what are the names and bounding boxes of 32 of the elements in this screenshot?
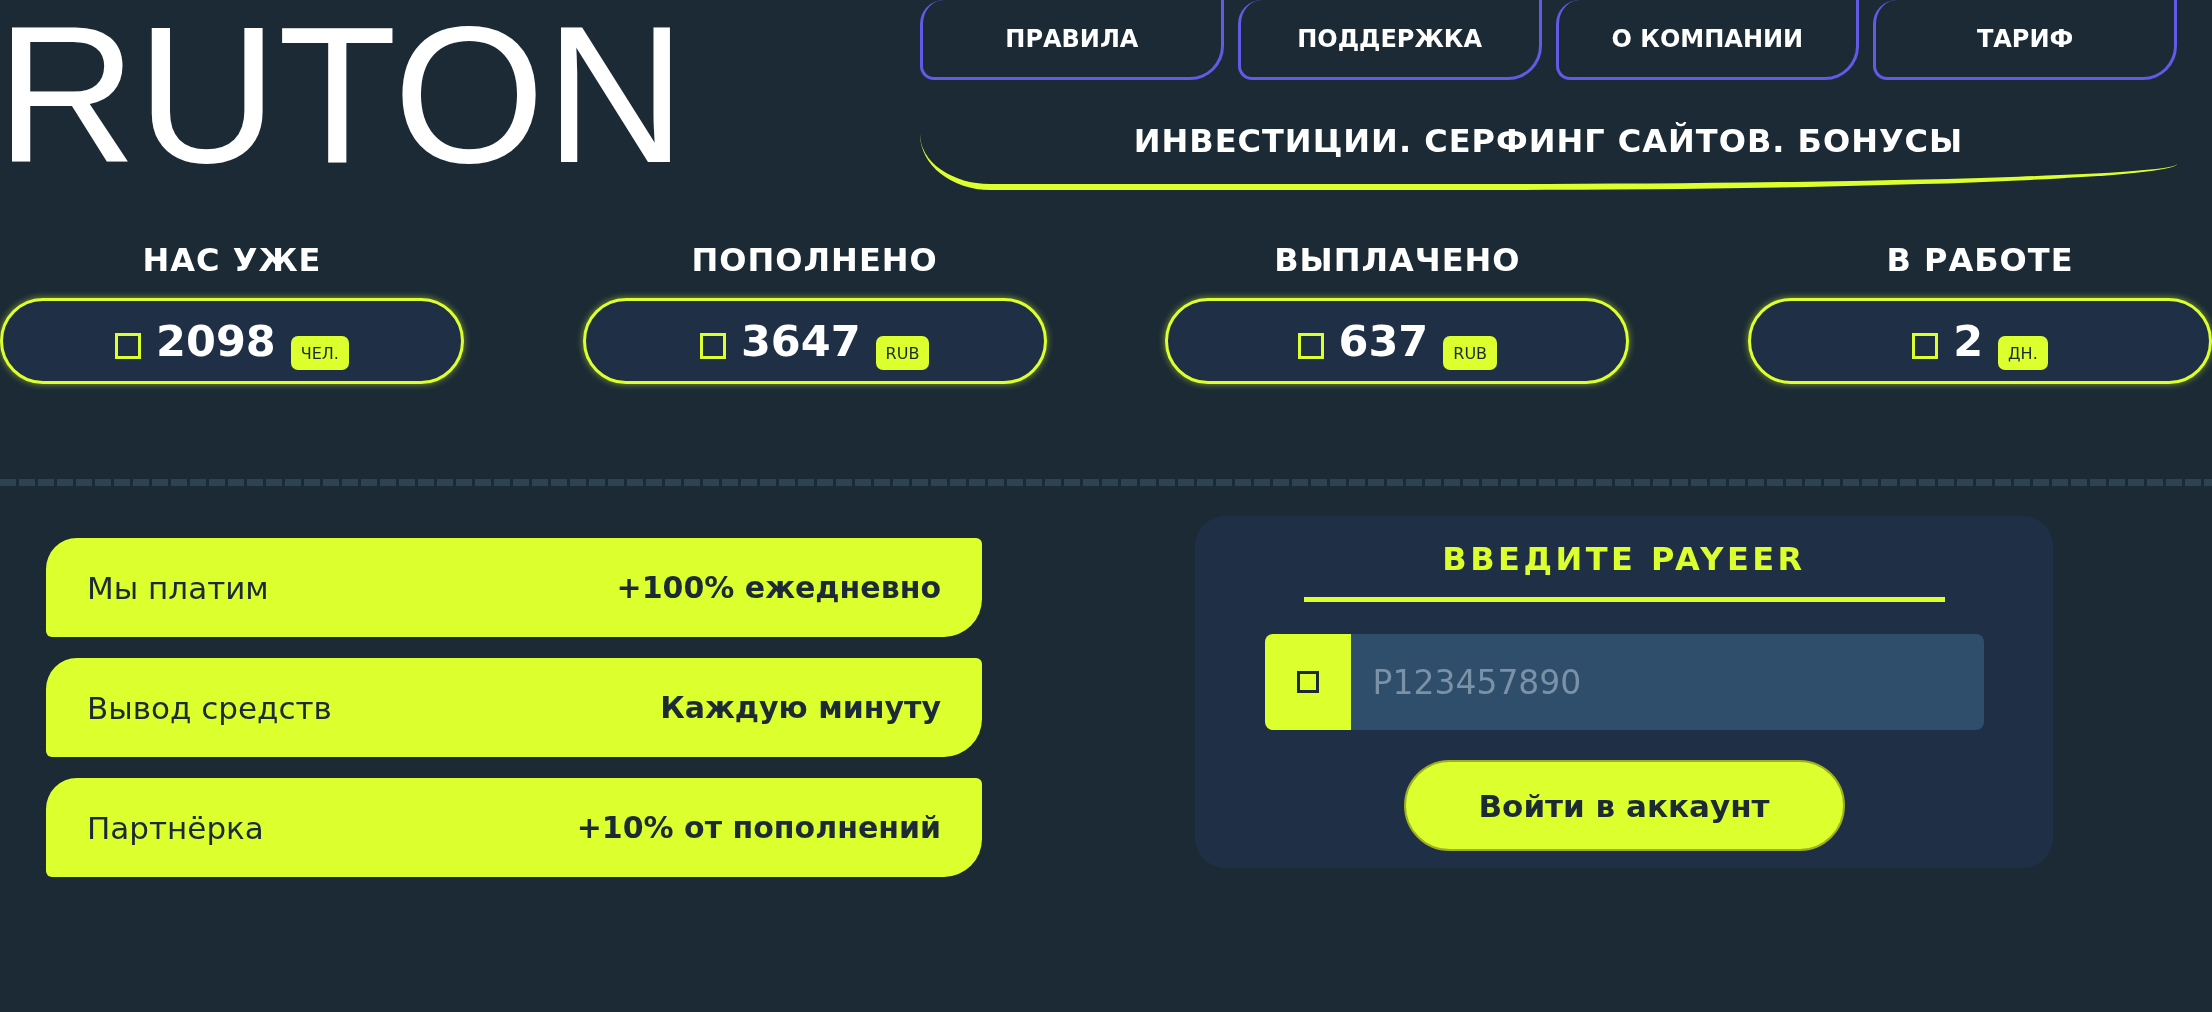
stat-label: ВЫПЛАЧЕНО bbox=[1274, 240, 1521, 280]
account-input[interactable]: P123457890 bbox=[1350, 634, 1984, 730]
nav-link[interactable]: О КОМПАНИИ bbox=[1555, 0, 1860, 80]
square-icon bbox=[699, 333, 726, 359]
stat-label: В РАБОТЕ bbox=[1886, 240, 2074, 280]
nav-link[interactable]: ПОДДЕРЖКА bbox=[1237, 0, 1542, 80]
square-icon bbox=[1912, 333, 1939, 359]
nav-link[interactable]: ПРАВИЛА bbox=[920, 0, 1224, 80]
login-title: ВВЕДИТЕ PAYEER bbox=[1442, 539, 1806, 579]
nav-link[interactable]: ТАРИФ bbox=[1873, 0, 2177, 80]
login-button[interactable]: Войти в аккаунт bbox=[1403, 760, 1845, 851]
stat-value: 2098 bbox=[156, 319, 276, 363]
unit-badge: RUB bbox=[875, 336, 930, 370]
feature-name: Вывод средств bbox=[87, 689, 332, 726]
stat-value: 637 bbox=[1338, 319, 1429, 363]
unit-badge: ДН. bbox=[1998, 336, 2048, 370]
feature-name: Партнёрка bbox=[87, 809, 264, 846]
unit-badge: ЧЕЛ. bbox=[290, 336, 349, 370]
feature-value: +100% ежедневно bbox=[616, 570, 941, 605]
stat-value: 3647 bbox=[740, 319, 861, 363]
stat-value: 2 bbox=[1953, 319, 1984, 363]
stat-label: ПОПОЛНЕНО bbox=[691, 240, 938, 280]
site-logo: RUTON bbox=[0, 7, 686, 183]
unit-badge: RUB bbox=[1443, 336, 1498, 370]
tagline-text: ИНВЕСТИЦИИ. СЕРФИНГ САЙТОВ. БОНУСЫ bbox=[1133, 122, 1964, 160]
feature-value: +10% от пополнений bbox=[576, 810, 941, 845]
feature-name: Мы платим bbox=[87, 569, 269, 606]
feature-value: Каждую минуту bbox=[660, 690, 941, 725]
square-icon bbox=[1264, 634, 1351, 730]
square-icon bbox=[1297, 333, 1324, 359]
stat-label: НАС УЖЕ bbox=[142, 240, 322, 280]
square-icon bbox=[115, 333, 142, 359]
